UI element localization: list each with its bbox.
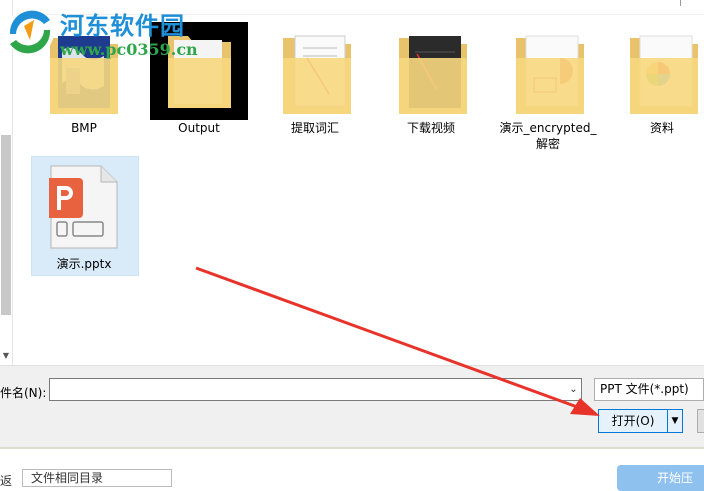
annotation-arrow — [195, 266, 600, 416]
